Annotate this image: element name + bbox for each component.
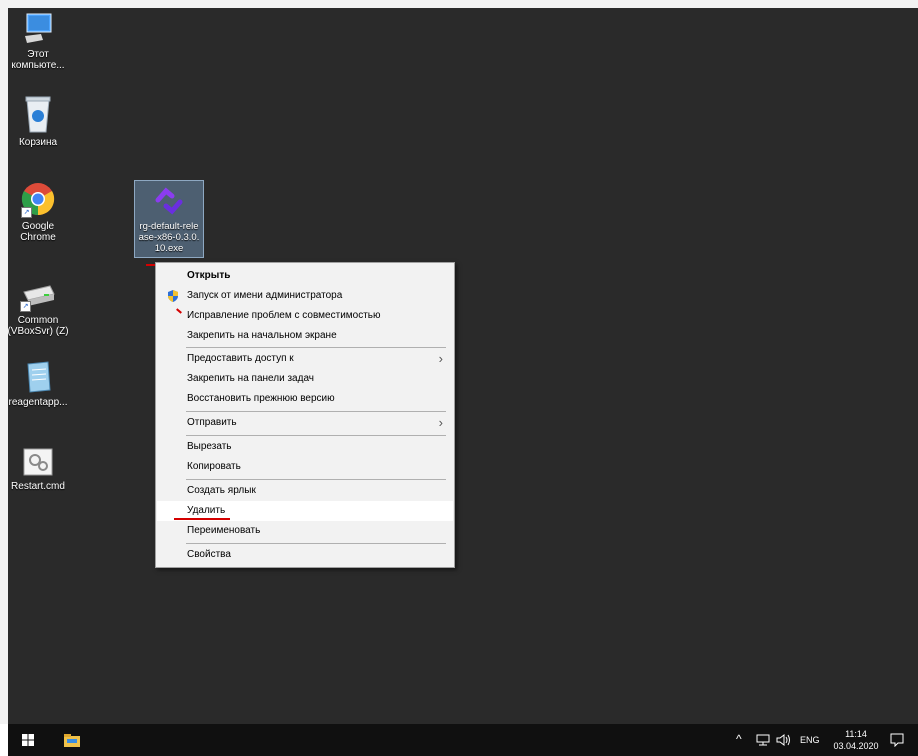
context-menu: Открыть Запуск от имени администратора И…	[155, 262, 455, 568]
menu-item-restore-previous-versions[interactable]: Восстановить прежнюю версию	[157, 389, 453, 409]
menu-item-label: Отправить	[187, 417, 237, 428]
action-center-icon[interactable]	[890, 733, 904, 749]
file-explorer-icon[interactable]	[64, 733, 80, 749]
chevron-right-icon: ›	[438, 415, 443, 430]
taskbar: ^ ENG 11:14 03.04.2020	[8, 724, 918, 756]
menu-item-create-shortcut[interactable]: Создать ярлык	[157, 481, 453, 501]
clock[interactable]: 11:14 03.04.2020	[832, 728, 880, 752]
input-language-indicator[interactable]: ENG	[800, 735, 820, 745]
desktop-icon-restart-cmd[interactable]: Restart.cmd	[8, 446, 72, 492]
menu-item-label: Открыть	[187, 270, 231, 281]
menu-item-run-as-admin[interactable]: Запуск от имени администратора	[157, 286, 453, 306]
annotation-underline-delete	[174, 518, 230, 520]
rg-exe-icon	[152, 184, 186, 218]
window-left-border	[0, 8, 8, 724]
recycle-bin-icon	[23, 94, 53, 134]
menu-item-label: Удалить	[187, 505, 226, 516]
menu-separator	[186, 543, 446, 544]
windows-start-icon[interactable]	[22, 734, 34, 748]
menu-item-label: Исправление проблем с совместимостью	[187, 310, 381, 321]
menu-item-rename[interactable]: Переименовать	[157, 521, 453, 541]
menu-separator	[186, 435, 446, 436]
desktop-icon-this-pc[interactable]: Этот компьюте...	[8, 12, 72, 71]
menu-item-label: Переименовать	[187, 525, 261, 536]
desktop-icon-label: Common (VBoxSvr) (Z)	[8, 315, 69, 337]
menu-item-give-access[interactable]: Предоставить доступ к ›	[157, 349, 453, 369]
tray-chevron-up-icon[interactable]: ^	[736, 732, 742, 746]
volume-icon[interactable]	[776, 734, 792, 748]
menu-item-label: Закрепить на панели задач	[187, 373, 314, 384]
menu-separator	[186, 347, 446, 348]
menu-item-troubleshoot-compatibility[interactable]: Исправление проблем с совместимостью	[157, 306, 453, 326]
menu-separator	[186, 479, 446, 480]
desktop-icon-network-drive[interactable]: ↗ Common (VBoxSvr) (Z)	[8, 278, 72, 337]
desktop-icon-label: Этот компьюте...	[11, 49, 65, 71]
clock-time: 11:14	[845, 729, 867, 739]
menu-item-properties[interactable]: Свойства	[157, 545, 453, 565]
menu-item-label: Создать ярлык	[187, 485, 256, 496]
notepad-file-icon	[22, 360, 54, 394]
menu-item-label: Предоставить доступ к	[187, 353, 294, 364]
network-drive-icon: ↗	[20, 278, 56, 312]
desktop-icon-label: rg-default-release-x86-0.3.0.10.exe	[138, 221, 200, 254]
cmd-file-icon	[21, 446, 55, 478]
this-pc-icon	[21, 12, 55, 46]
desktop-icon-google-chrome[interactable]: ↗ Google Chrome	[8, 182, 72, 243]
desktop-icon-label: Корзина	[18, 137, 58, 148]
clock-date: 03.04.2020	[833, 741, 879, 751]
desktop[interactable]: Этот компьюте... Корзина ↗ Google Chrome	[8, 8, 918, 724]
menu-item-label: Свойства	[187, 549, 231, 560]
desktop-icon-recycle-bin[interactable]: Корзина	[8, 94, 72, 148]
menu-item-pin-to-taskbar[interactable]: Закрепить на панели задач	[157, 369, 453, 389]
desktop-icon-label: Google Chrome	[20, 221, 56, 243]
menu-item-label: Закрепить на начальном экране	[187, 330, 337, 341]
network-icon[interactable]	[756, 734, 770, 748]
chevron-right-icon: ›	[438, 351, 443, 366]
menu-item-cut[interactable]: Вырезать	[157, 437, 453, 457]
menu-item-copy[interactable]: Копировать	[157, 457, 453, 477]
menu-item-open[interactable]: Открыть	[157, 266, 453, 286]
desktop-icon-label: Restart.cmd	[11, 481, 65, 492]
menu-item-label: Восстановить прежнюю версию	[187, 393, 335, 404]
menu-item-label: Копировать	[187, 461, 241, 472]
desktop-icon-reagentapp[interactable]: reagentapp...	[8, 360, 72, 408]
menu-item-send-to[interactable]: Отправить ›	[157, 413, 453, 433]
desktop-icon-label: reagentapp...	[8, 397, 68, 408]
desktop-icon-rg-exe[interactable]: rg-default-release-x86-0.3.0.10.exe	[134, 180, 204, 258]
window-top-border	[0, 0, 918, 8]
chrome-icon: ↗	[21, 182, 55, 218]
menu-item-label: Вырезать	[187, 441, 232, 452]
menu-item-pin-to-start[interactable]: Закрепить на начальном экране	[157, 326, 453, 346]
menu-separator	[186, 411, 446, 412]
menu-item-label: Запуск от имени администратора	[187, 290, 343, 301]
